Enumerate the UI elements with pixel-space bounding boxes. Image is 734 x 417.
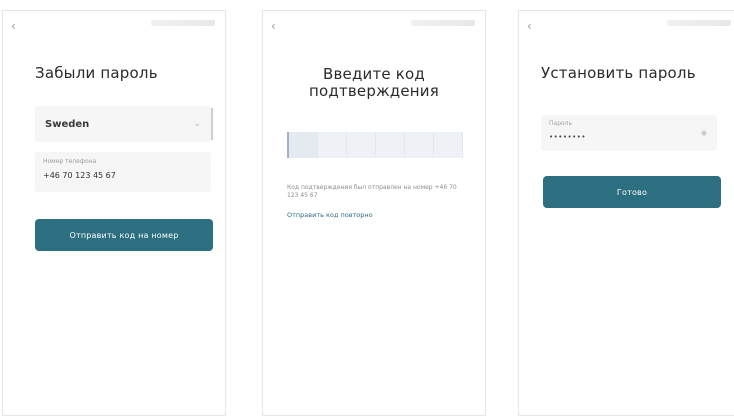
select-edge-divider xyxy=(211,108,213,140)
code-cell[interactable] xyxy=(376,132,405,158)
code-cell[interactable] xyxy=(287,132,318,158)
phone-field-label: Номер телефона xyxy=(43,158,97,165)
code-cell[interactable] xyxy=(318,132,347,158)
code-cell[interactable] xyxy=(434,132,463,158)
done-button[interactable]: Готово xyxy=(543,176,721,208)
page-title: Введите код подтверждения xyxy=(309,65,439,100)
country-select-value: Sweden xyxy=(45,118,90,130)
phone-field-value: +46 70 123 45 67 xyxy=(43,171,116,180)
password-field[interactable]: Пароль •••••••• ◉ xyxy=(541,115,717,151)
page-title: Установить пароль xyxy=(541,64,696,82)
back-arrow-icon[interactable]: ‹ xyxy=(271,19,285,33)
country-select[interactable]: Sweden ⌄ xyxy=(35,106,213,142)
screen-enter-code: ‹ Введите код подтверждения Код подтверж… xyxy=(262,10,486,416)
status-bar xyxy=(151,20,215,26)
phone-field[interactable]: Номер телефона +46 70 123 45 67 xyxy=(35,152,211,192)
screen-set-password: ‹ Установить пароль Пароль •••••••• ◉ Го… xyxy=(518,10,734,416)
code-cell[interactable] xyxy=(405,132,434,158)
chevron-down-icon: ⌄ xyxy=(193,119,201,129)
back-arrow-icon[interactable]: ‹ xyxy=(527,19,541,33)
code-cell[interactable] xyxy=(347,132,376,158)
status-bar xyxy=(411,20,475,26)
password-field-label: Пароль xyxy=(549,120,573,127)
resend-code-link[interactable]: Отправить код повторно xyxy=(287,211,463,219)
eye-icon[interactable]: ◉ xyxy=(701,129,707,137)
password-field-value: •••••••• xyxy=(549,133,587,141)
page-title: Забыли пароль xyxy=(35,64,158,82)
screen-forgot-password: ‹ Забыли пароль Sweden ⌄ Номер телефона … xyxy=(2,10,226,416)
code-input-row xyxy=(287,132,463,158)
back-arrow-icon[interactable]: ‹ xyxy=(11,19,25,33)
status-bar xyxy=(667,20,731,26)
send-code-button[interactable]: Отправить код на номер xyxy=(35,219,213,251)
code-sent-hint: Код подтверждения был отправлен на номер… xyxy=(287,184,457,199)
